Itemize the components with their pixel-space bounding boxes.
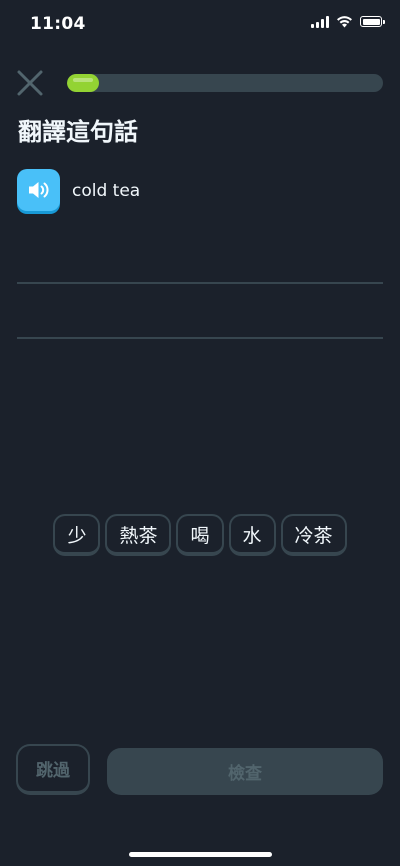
skip-button[interactable]: 跳過: [16, 744, 90, 795]
lesson-progress-bar: [67, 74, 383, 92]
word-tile[interactable]: 喝: [176, 514, 224, 556]
battery-icon: [360, 16, 385, 27]
answer-line[interactable]: [17, 337, 383, 339]
status-time: 11:04: [30, 14, 86, 34]
answer-line[interactable]: [17, 282, 383, 284]
lesson-progress-fill: [67, 74, 99, 92]
home-indicator: [129, 852, 272, 857]
play-audio-button[interactable]: [17, 169, 60, 211]
wifi-icon: [337, 16, 352, 28]
word-tile[interactable]: 冷茶: [280, 514, 347, 556]
word-tile[interactable]: 熱茶: [105, 514, 172, 556]
check-button[interactable]: 檢查: [107, 748, 383, 795]
close-button[interactable]: [14, 67, 46, 99]
word-tile[interactable]: 水: [228, 514, 276, 556]
word-tile[interactable]: 少: [53, 514, 101, 556]
status-bar: 11:04: [0, 0, 400, 50]
speaker-icon: [28, 182, 48, 198]
close-icon: [17, 70, 43, 96]
lesson-screen: 11:04 翻譯這句話 cold tea 少 熱茶 喝 水 冷茶 跳過 檢查: [0, 0, 400, 866]
prompt-title: 翻譯這句話: [18, 118, 138, 146]
source-phrase[interactable]: cold tea: [72, 181, 140, 201]
signal-icon: [311, 15, 329, 28]
status-icons: [311, 15, 385, 28]
word-bank: 少 熱茶 喝 水 冷茶: [0, 514, 400, 556]
